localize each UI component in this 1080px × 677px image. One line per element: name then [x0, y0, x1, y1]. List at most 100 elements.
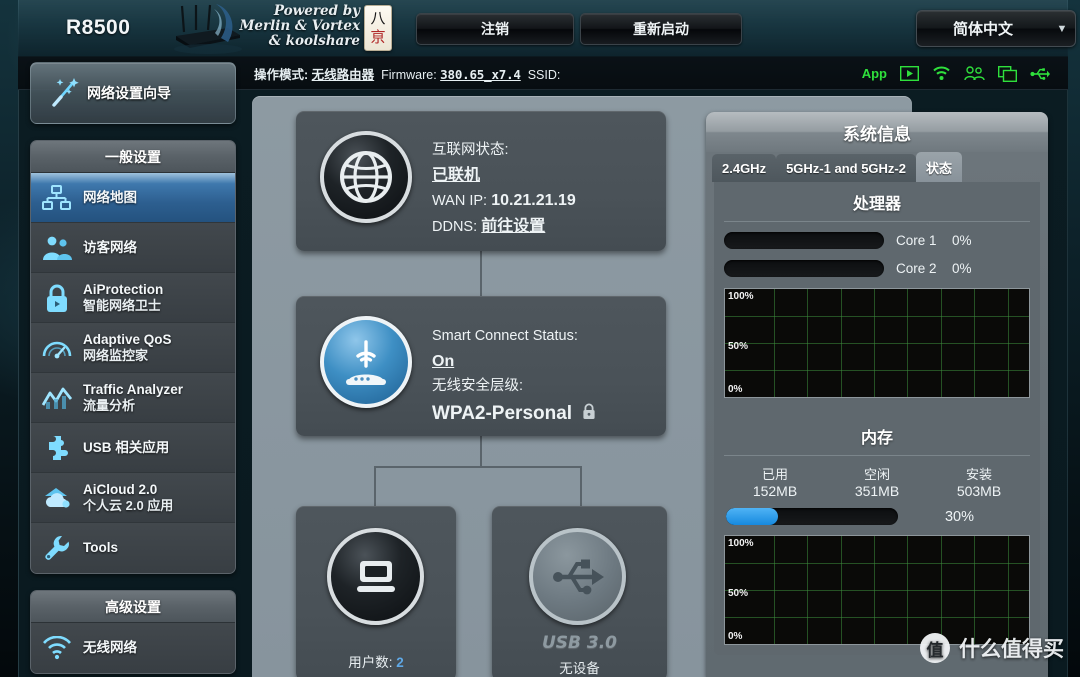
- memory-graph-label-bottom: 0%: [728, 631, 743, 642]
- usb-icon[interactable]: [1030, 67, 1050, 81]
- smart-connect-text: Smart Connect Status: On 无线安全层级: WPA2-Pe…: [432, 324, 596, 428]
- network-setup-wizard-button[interactable]: 网络设置向导: [30, 62, 236, 124]
- sidebar-item-guest-network[interactable]: 访客网络: [31, 223, 235, 273]
- sidebar-item-traffic-analyzer[interactable]: Traffic Analyzer 流量分析: [31, 373, 235, 423]
- usb-title: USB 3.0: [541, 633, 618, 653]
- sidebar-item-sublabel: 个人云 2.0 应用: [83, 497, 174, 513]
- network-setup-wizard-label: 网络设置向导: [87, 85, 171, 101]
- cpu-core2-label: Core 2: [896, 261, 937, 276]
- mode-value[interactable]: 无线路由器: [312, 68, 375, 82]
- sidebar-item-sublabel: 流量分析: [83, 397, 136, 413]
- memory-graph-label-mid: 50%: [728, 587, 749, 599]
- system-info-title: 系统信息: [706, 112, 1048, 152]
- wireless-security-value: WPA2-Personal: [432, 403, 573, 424]
- wan-ip-label: WAN IP:: [432, 193, 488, 209]
- screens-icon[interactable]: [998, 65, 1017, 82]
- wifi-icon: [31, 636, 83, 660]
- usb-subtitle: 无设备: [559, 661, 600, 676]
- tab-5ghz[interactable]: 5GHz-1 and 5GHz-2: [776, 154, 916, 182]
- guest-network-icon: [31, 235, 83, 261]
- magic-wand-icon: [45, 75, 83, 111]
- smart-connect-card[interactable]: Smart Connect Status: On 无线安全层级: WPA2-Pe…: [296, 296, 666, 436]
- sidebar-item-network-map[interactable]: 网络地图: [31, 173, 235, 223]
- users-icon[interactable]: [964, 66, 985, 81]
- clients-card[interactable]: 用户数: 2: [296, 506, 456, 677]
- smart-connect-value[interactable]: On: [432, 353, 454, 370]
- wireless-security-label: 无线安全层级:: [432, 378, 524, 394]
- sidebar-item-label: 网络地图: [83, 189, 137, 205]
- memory-free-value: 351MB: [854, 483, 900, 499]
- tab-24ghz[interactable]: 2.4GHz: [712, 154, 777, 182]
- ssid-label: SSID:: [527, 67, 561, 82]
- language-select[interactable]: 简体中文 ▼: [916, 10, 1076, 47]
- sidebar-item-sublabel: 网络监控家: [83, 347, 149, 363]
- usb-icon: [529, 528, 626, 625]
- watermark: 值 什么值得买: [920, 633, 1064, 663]
- system-info-body: 处理器 Core 1 0% Core 2 0% 100% 50% 0% 内存 已…: [714, 182, 1040, 655]
- smart-connect-label: Smart Connect Status:: [432, 328, 578, 344]
- usb-card[interactable]: USB 3.0 无设备: [492, 506, 667, 677]
- reboot-button[interactable]: 重新启动: [580, 13, 742, 45]
- sidebar-item-aiprotection[interactable]: AiProtection 智能网络卫士: [31, 273, 235, 323]
- memory-free: 空闲 351MB: [855, 466, 899, 500]
- memory-used-value: 152MB: [752, 483, 798, 499]
- internet-status-text: 互联网状态: 已联机 WAN IP: 10.21.21.19 DDNS: 前往设…: [432, 138, 576, 240]
- mahjong-tile-logo: 八 亰: [364, 5, 392, 51]
- wifi-icon[interactable]: [932, 66, 951, 81]
- gauge-icon: [31, 335, 83, 361]
- watermark-badge: 值: [920, 633, 950, 663]
- globe-icon: [320, 131, 412, 223]
- sidebar-item-aicloud[interactable]: AiCloud 2.0 个人云 2.0 应用: [31, 473, 235, 523]
- internet-status-card[interactable]: 互联网状态: 已联机 WAN IP: 10.21.21.19 DDNS: 前往设…: [296, 111, 666, 251]
- memory-total-label: 安装: [965, 467, 992, 482]
- play-icon[interactable]: [900, 66, 919, 81]
- system-info-panel: 系统信息 2.4GHz 5GHz-1 and 5GHz-2 状态 处理器 Cor…: [706, 112, 1048, 677]
- language-select-value: 简体中文: [952, 21, 1013, 38]
- cpu-graph-label-bottom: 0%: [728, 384, 743, 395]
- logout-button[interactable]: 注销: [416, 13, 574, 45]
- sidebar-item-label: AiProtection: [83, 281, 164, 297]
- cpu-core1-bar: [724, 232, 884, 249]
- sidebar-item-label: Adaptive QoS: [83, 331, 172, 347]
- memory-usage-graph: 100% 50% 0%: [724, 535, 1030, 645]
- router-model-label: R8500: [66, 16, 131, 39]
- sidebar-item-label: 无线网络: [83, 640, 137, 655]
- sidebar-item-tools[interactable]: Tools: [31, 523, 235, 573]
- tab-status[interactable]: 状态: [916, 152, 963, 182]
- connector-line-vertical-1: [480, 251, 482, 296]
- tile-bottom-glyph: 亰: [370, 28, 386, 46]
- firmware-value[interactable]: 380.65_x7.4: [440, 67, 521, 82]
- memory-used: 已用 152MB: [753, 466, 797, 500]
- memory-percent: 30%: [944, 508, 974, 525]
- sidebar-item-adaptive-qos[interactable]: Adaptive QoS 网络监控家: [31, 323, 235, 373]
- memory-title: 内存: [724, 424, 1030, 456]
- sidebar-item-label: AiCloud 2.0: [83, 481, 158, 497]
- memory-graph-label-top: 100%: [728, 538, 754, 549]
- mode-label: 操作模式:: [254, 67, 309, 82]
- powered-by-text: Powered by Merlin & Vortex & koolshare: [239, 3, 360, 49]
- operation-info-text: 操作模式: 无线路由器 Firmware: 380.65_x7.4 SSID:: [254, 64, 560, 83]
- header-bar: R8500 Powered by Merlin & Vortex & kools…: [18, 0, 1076, 57]
- sidebar-item-sublabel: 智能网络卫士: [83, 297, 162, 313]
- sidebar-group-general: 一般设置 网络地图 访客网络 AiProtection 智能网络卫士 Adapt…: [30, 140, 236, 574]
- internet-status-value[interactable]: 已联机: [432, 167, 480, 184]
- connector-line-vertical-2: [480, 436, 482, 466]
- sidebar-item-usb-application[interactable]: USB 相关应用: [31, 423, 235, 473]
- app-label-icon[interactable]: App: [862, 67, 887, 80]
- sidebar-item-label: USB 相关应用: [83, 439, 170, 455]
- memory-free-label: 空闲: [863, 467, 890, 482]
- sidebar-group-advanced-title: 高级设置: [31, 591, 235, 623]
- connector-line-horizontal: [374, 466, 582, 468]
- connector-line-branch-left: [374, 466, 376, 508]
- cpu-usage-graph: 100% 50% 0%: [724, 288, 1030, 398]
- cloud-icon: [31, 485, 83, 511]
- lock-icon: [582, 403, 596, 428]
- tile-top-glyph: 八: [370, 9, 386, 27]
- router-admin-page: R8500 Powered by Merlin & Vortex & kools…: [0, 0, 1080, 677]
- sidebar-item-wireless[interactable]: 无线网络: [31, 623, 235, 673]
- sidebar-group-advanced: 高级设置 无线网络: [30, 590, 236, 674]
- ddns-link[interactable]: 前往设置: [481, 218, 545, 235]
- sidebar-item-label: 访客网络: [83, 239, 137, 255]
- connector-line-branch-right: [580, 466, 582, 508]
- cpu-core-row: Core 1 0%: [724, 232, 1030, 249]
